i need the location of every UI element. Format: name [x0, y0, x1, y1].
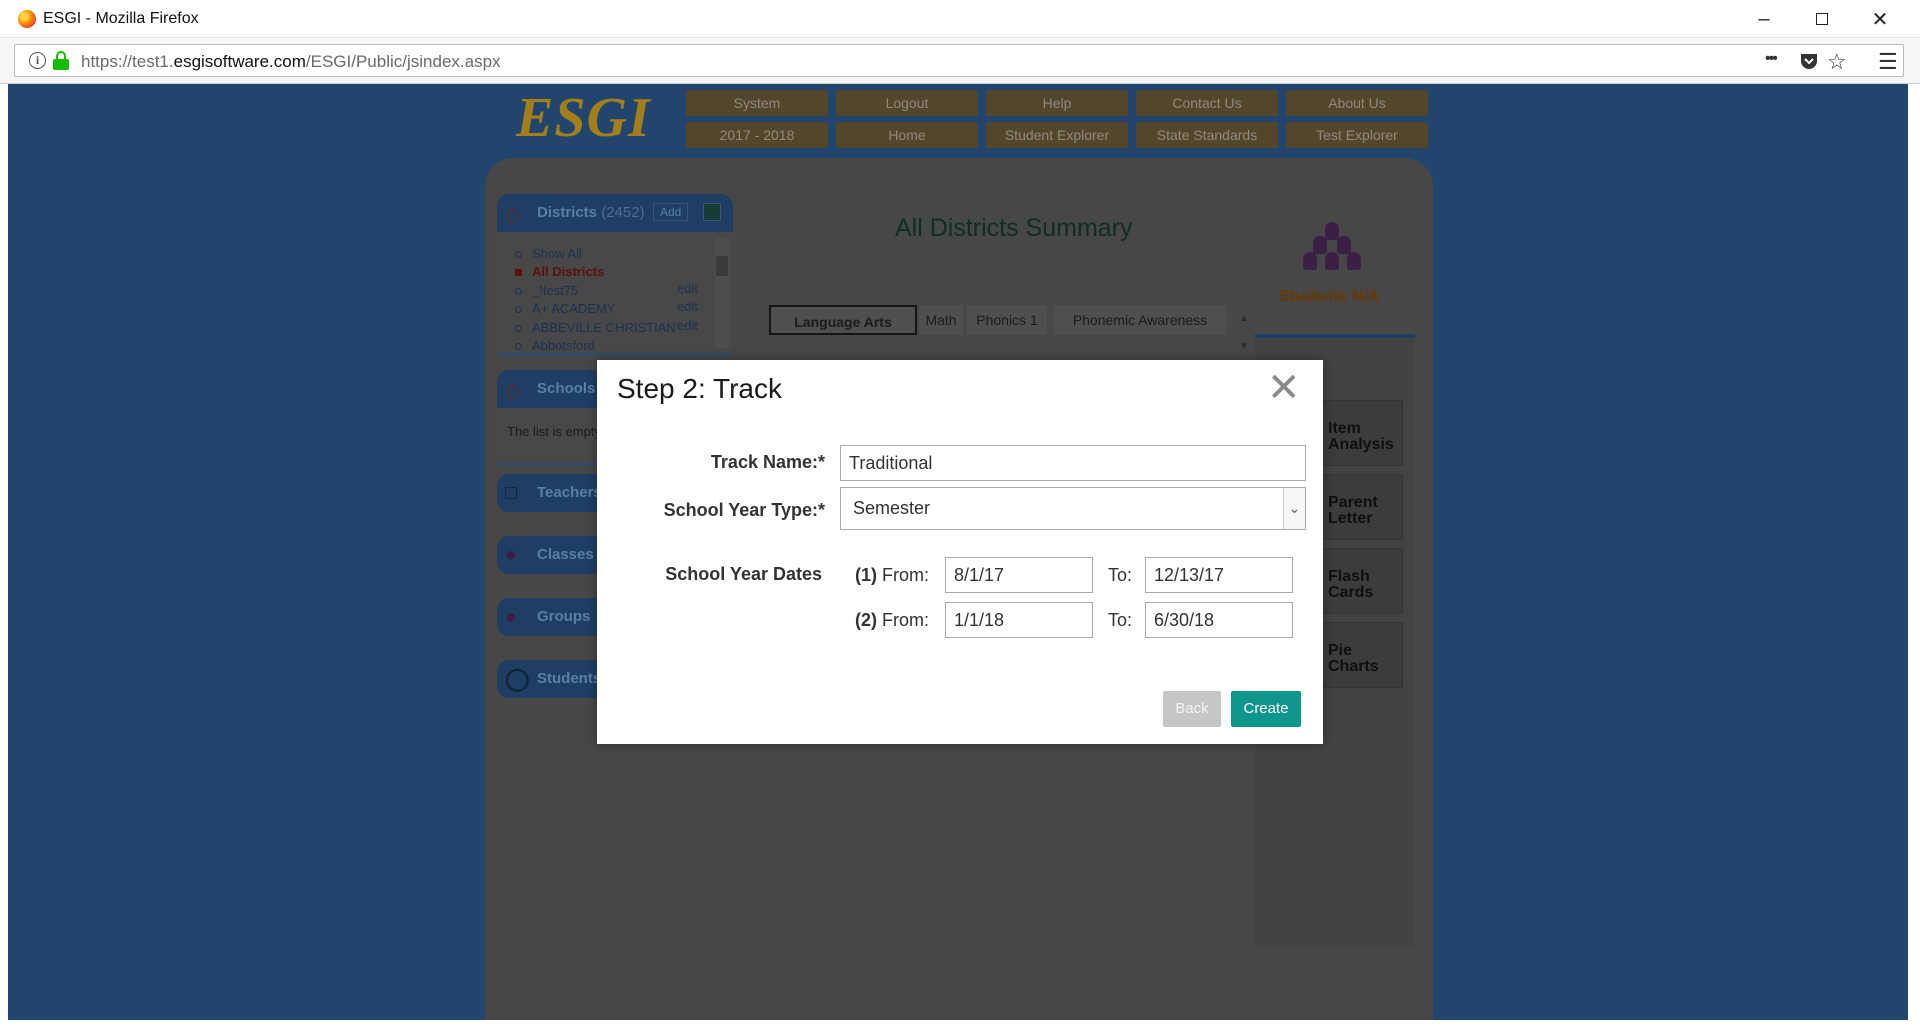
dialog-title: Step 2: Track	[617, 373, 782, 404]
school-building-icon: ⌂	[505, 200, 520, 227]
teachers-label: Teachers	[537, 484, 602, 501]
track-dialog: Step 2: Track ✕ Track Name:* School Year…	[597, 360, 1323, 744]
students-label: Students	[537, 670, 602, 687]
classes-label: Classes	[537, 546, 594, 563]
browser-titlebar: ESGI - Mozilla Firefox – ✕	[0, 0, 1920, 38]
period-2-from-input[interactable]	[945, 602, 1093, 638]
students-group-icon	[1303, 222, 1367, 282]
list-item-selected[interactable]: All Districts	[515, 264, 604, 279]
groups-label: Groups	[537, 608, 591, 625]
info-icon[interactable]: i	[29, 52, 46, 69]
period-1-from-input[interactable]	[945, 557, 1093, 593]
school-building-icon: ⌂	[505, 376, 520, 403]
nav-contact-us[interactable]: Contact Us	[1136, 90, 1278, 116]
districts-panel-header: ⌂ Districts (2452) Add	[497, 194, 733, 232]
parent-letter-button[interactable]: Parent Letter	[1317, 474, 1403, 540]
schools-empty-text: The list is empty	[507, 424, 601, 439]
tab-language-arts[interactable]: Language Arts	[769, 305, 917, 335]
url-text[interactable]: https://test1.esgisoftware.com/ESGI/Publ…	[81, 52, 501, 72]
edit-link[interactable]: edit	[677, 281, 698, 296]
districts-label: Districts (2452)	[537, 204, 645, 221]
add-district-button[interactable]: Add	[653, 203, 689, 221]
districts-list: Show All All Districts _!test75 edit A+ …	[497, 232, 733, 356]
period-1-to-label: To:	[1108, 565, 1133, 585]
track-name-label: Track Name:*	[710, 452, 825, 472]
tabs-scroll-icon[interactable]: ▲ ▼	[1237, 305, 1251, 361]
nav-test-explorer[interactable]: Test Explorer	[1286, 122, 1428, 148]
students-na-label: Students N/A	[1279, 288, 1380, 305]
item-analysis-button[interactable]: Item Analysis	[1317, 400, 1403, 466]
edit-link[interactable]: edit	[677, 318, 698, 333]
tab-math[interactable]: Math	[919, 305, 963, 335]
pie-charts-button[interactable]: Pie Charts	[1317, 622, 1403, 688]
edit-link[interactable]: edit	[677, 299, 698, 314]
maximize-icon[interactable]	[1793, 0, 1851, 38]
tab-phonemic-awareness[interactable]: Phonemic Awareness	[1053, 305, 1227, 335]
create-button[interactable]: Create	[1231, 691, 1301, 727]
list-item[interactable]: A+ ACADEMY	[515, 301, 615, 316]
flash-cards-button[interactable]: Flash Cards	[1317, 548, 1403, 614]
lock-icon[interactable]	[53, 51, 69, 70]
firefox-icon	[18, 10, 36, 28]
bookmark-star-icon[interactable]: ☆	[1827, 51, 1847, 73]
close-icon[interactable]: ✕	[1267, 368, 1301, 408]
track-name-input[interactable]	[840, 445, 1306, 481]
address-bar[interactable]: i https://test1.esgisoftware.com/ESGI/Pu…	[14, 44, 1904, 77]
school-year-type-select[interactable]: Semester ⌄	[840, 487, 1306, 530]
nav-about-us[interactable]: About Us	[1286, 90, 1428, 116]
window-edge	[1908, 84, 1920, 1030]
teacher-icon: □	[505, 482, 518, 504]
pocket-icon[interactable]	[1799, 51, 1819, 75]
close-window-icon[interactable]: ✕	[1851, 0, 1909, 38]
nav-system[interactable]: System	[686, 90, 828, 116]
window-title: ESGI - Mozilla Firefox	[43, 10, 199, 27]
nav-logout[interactable]: Logout	[836, 90, 978, 116]
page-actions-icon[interactable]: •••	[1765, 48, 1778, 70]
chevron-down-icon[interactable]: ⌄	[1283, 488, 1305, 529]
student-person-icon: ◯	[505, 666, 530, 691]
scrollbar-thumb[interactable]	[716, 256, 728, 276]
districts-scrollbar[interactable]	[715, 238, 729, 348]
menu-icon[interactable]: ☰	[1878, 51, 1898, 73]
period-1-label: (1) From:	[855, 565, 930, 585]
list-item[interactable]: Show All	[515, 246, 582, 261]
nav-school-year[interactable]: 2017 - 2018	[686, 122, 828, 148]
period-2-to-label: To:	[1108, 610, 1133, 630]
nav-home[interactable]: Home	[836, 122, 978, 148]
class-people-icon: ●	[505, 544, 518, 566]
school-year-dates-label: School Year Dates	[665, 564, 822, 584]
nav-student-explorer[interactable]: Student Explorer	[986, 122, 1128, 148]
schools-label: Schools	[537, 380, 596, 397]
list-item[interactable]: _!test75	[515, 283, 578, 298]
window-edge	[0, 1020, 1920, 1030]
minimize-icon[interactable]: –	[1735, 0, 1793, 38]
list-item[interactable]: Abbotsford	[515, 338, 595, 353]
period-2-label: (2) From:	[855, 610, 930, 630]
selected-value: Semester	[853, 498, 931, 518]
nav-state-standards[interactable]: State Standards	[1136, 122, 1278, 148]
list-item[interactable]: ABBEVILLE CHRISTIAN	[515, 320, 676, 335]
period-1-to-input[interactable]	[1145, 557, 1293, 593]
period-2-to-input[interactable]	[1145, 602, 1293, 638]
nav-help[interactable]: Help	[986, 90, 1128, 116]
district-view-toggle[interactable]	[703, 203, 721, 221]
page-title: All Districts Summary	[895, 214, 1133, 242]
browser-toolbar: i https://test1.esgisoftware.com/ESGI/Pu…	[0, 38, 1920, 84]
back-button[interactable]: Back	[1163, 691, 1221, 727]
tab-phonics-1[interactable]: Phonics 1	[967, 305, 1047, 335]
esgi-logo: ESGI	[516, 87, 651, 149]
school-year-type-label: School Year Type:*	[663, 500, 825, 520]
group-people-icon: ●	[505, 606, 518, 628]
